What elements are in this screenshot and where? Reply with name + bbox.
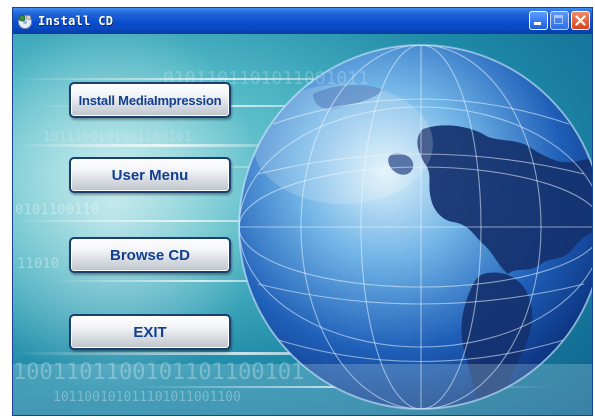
close-icon (575, 15, 586, 26)
cd-setup-icon (18, 14, 32, 29)
exit-button[interactable]: EXIT (69, 314, 231, 350)
close-button[interactable] (571, 11, 590, 30)
window-controls (529, 11, 590, 30)
title-bar[interactable]: Install CD (13, 8, 592, 34)
minimize-button[interactable] (529, 11, 548, 30)
window-title: Install CD (38, 14, 114, 28)
installer-content: 0101101101011001011 1011100101001100101 … (13, 34, 592, 415)
install-mediaimpression-button[interactable]: Install MediaImpression (69, 82, 231, 118)
globe-icon (238, 44, 592, 410)
user-menu-button[interactable]: User Menu (69, 157, 231, 193)
browse-cd-button[interactable]: Browse CD (69, 237, 231, 273)
maximize-button[interactable] (550, 11, 569, 30)
install-cd-window: Install CD 0101101101011001011 101110010… (12, 7, 593, 416)
